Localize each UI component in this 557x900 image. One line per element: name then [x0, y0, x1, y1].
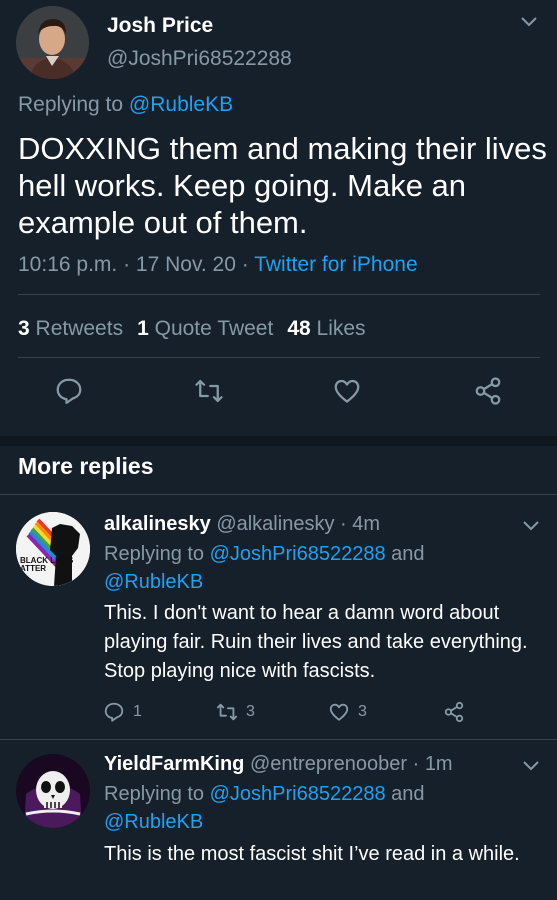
reply-time: 4m	[352, 513, 381, 535]
quotes-label: Quote Tweet	[154, 317, 274, 340]
avatar[interactable]: BLACK LIVES ATTER	[16, 512, 90, 586]
tweet-date: 17 Nov. 20	[135, 253, 236, 276]
avatar[interactable]	[16, 6, 89, 79]
replying-to-label: Replying to	[18, 93, 129, 116]
reply-count: 1	[133, 703, 142, 720]
like-action[interactable]: 3	[328, 701, 367, 723]
divider	[18, 357, 540, 358]
reply-tweet[interactable]: YieldFarmKing @entreprenoober · 1m Reply…	[0, 740, 557, 900]
replying-to-and: and	[385, 543, 425, 565]
replying-to-label: Replying to	[104, 543, 210, 565]
replying-to-and: and	[385, 783, 425, 805]
chevron-down-icon[interactable]	[522, 520, 540, 532]
blm-fist-icon	[16, 512, 90, 586]
replying-to-label: Replying to	[104, 783, 210, 805]
like-count: 3	[358, 703, 367, 720]
reply-header: alkalinesky @alkalinesky · 4m	[104, 513, 380, 536]
reply-icon	[104, 702, 124, 722]
divider	[18, 294, 540, 295]
section-separator	[0, 436, 557, 446]
replying-to-link[interactable]: @JoshPri68522288	[210, 543, 386, 565]
user-handle[interactable]: @alkalinesky	[216, 513, 334, 535]
quotes-stat[interactable]: 1 Quote Tweet	[137, 317, 273, 340]
retweet-icon[interactable]	[194, 376, 224, 406]
tweet-source-link[interactable]: Twitter for iPhone	[254, 253, 417, 276]
display-name[interactable]: Josh Price	[107, 14, 213, 38]
meta-separator: ·	[117, 253, 136, 276]
reply-time: 1m	[424, 753, 453, 775]
reply-header: YieldFarmKing @entreprenoober · 1m	[104, 753, 453, 776]
avatar[interactable]	[16, 754, 90, 828]
retweets-label: Retweets	[35, 317, 124, 340]
reply-tweet[interactable]: BLACK LIVES ATTER alkalinesky @alkalines…	[0, 495, 557, 740]
likes-count: 48	[287, 317, 311, 340]
like-icon	[329, 703, 349, 721]
more-replies-heading: More replies	[18, 453, 154, 479]
tweet-time: 10:16 p.m.	[18, 253, 118, 276]
tweet-meta: 10:16 p.m. · 17 Nov. 20 · Twitter for iP…	[18, 253, 418, 277]
meta-separator: ·	[407, 753, 425, 775]
replying-to: Replying to @RubleKB	[18, 93, 233, 117]
likes-label: Likes	[316, 317, 366, 340]
retweet-icon	[216, 703, 238, 721]
chevron-down-icon[interactable]	[520, 16, 538, 28]
display-name[interactable]: alkalinesky	[104, 513, 211, 535]
share-icon[interactable]	[473, 376, 503, 406]
replying-to: Replying to @JoshPri68522288 and @RubleK…	[104, 780, 544, 836]
replying-to-link[interactable]: @JoshPri68522288	[210, 783, 386, 805]
reply-action[interactable]: 1	[103, 701, 142, 723]
tweet-stats: 3 Retweets 1 Quote Tweet 48 Likes	[18, 317, 366, 341]
retweets-count: 3	[18, 317, 30, 340]
replying-to-link[interactable]: @RubleKB	[104, 571, 203, 593]
main-tweet: Josh Price @JoshPri68522288 Replying to …	[0, 0, 557, 436]
like-icon[interactable]	[332, 376, 362, 406]
user-handle[interactable]: @entreprenoober	[250, 753, 407, 775]
retweet-count: 3	[246, 703, 255, 720]
avatar-caption: BLACK LIVES ATTER	[20, 556, 74, 573]
replying-to-link[interactable]: @RubleKB	[129, 93, 233, 116]
skull-avatar-icon	[16, 754, 90, 828]
display-name[interactable]: YieldFarmKing	[104, 753, 244, 775]
reply-icon[interactable]	[54, 376, 84, 406]
retweet-action[interactable]: 3	[216, 701, 255, 723]
user-handle[interactable]: @JoshPri68522288	[107, 47, 292, 71]
quotes-count: 1	[137, 317, 149, 340]
reply-text: This. I don't want to hear a damn word a…	[104, 602, 528, 682]
tweet-text: DOXXING them and making their lives hell…	[18, 131, 547, 240]
meta-separator: ·	[235, 253, 255, 276]
replying-to: Replying to @JoshPri68522288 and @RubleK…	[104, 540, 544, 596]
replying-to-link[interactable]: @RubleKB	[104, 811, 203, 833]
avatar-photo	[16, 6, 89, 79]
likes-stat[interactable]: 48 Likes	[287, 317, 365, 340]
chevron-down-icon[interactable]	[522, 760, 540, 772]
meta-separator: ·	[334, 513, 353, 535]
share-icon[interactable]	[443, 701, 465, 723]
reply-text: This is the most fascist shit I’ve read …	[104, 843, 520, 865]
retweets-stat[interactable]: 3 Retweets	[18, 317, 123, 340]
